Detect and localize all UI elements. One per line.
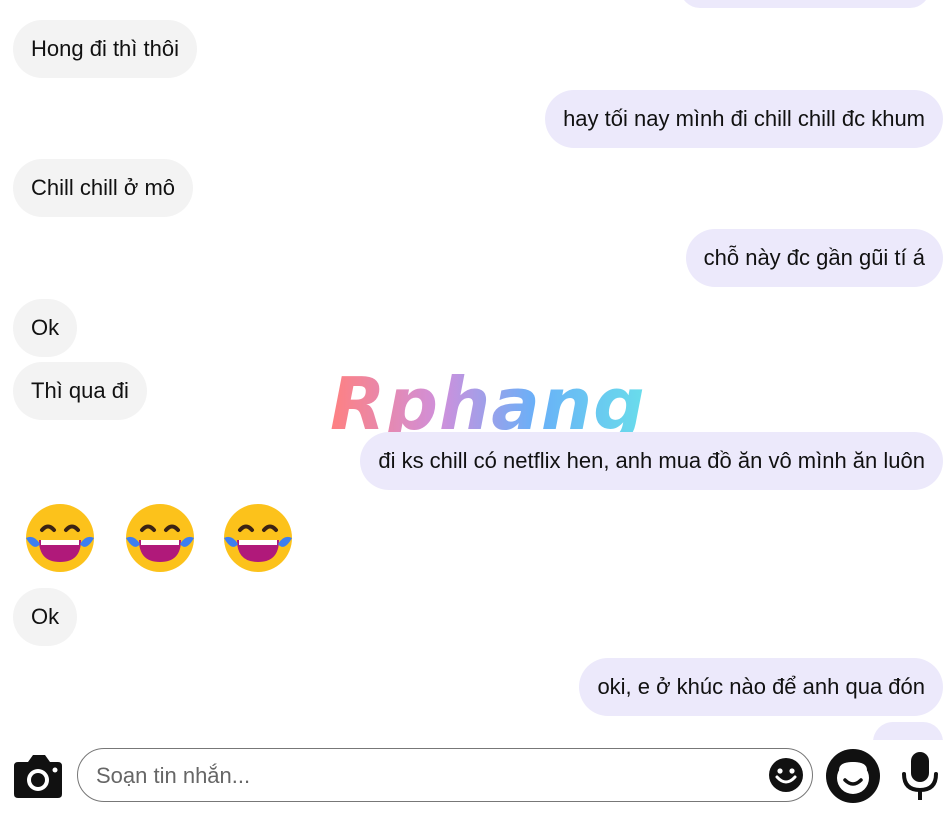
message-text: Hong đi thì thôi xyxy=(31,36,179,61)
message-bubble-incoming[interactable]: Hong đi thì thôi xyxy=(13,20,197,78)
message-text: chỗ này đc gần gũi tí á xyxy=(703,245,925,270)
message-input[interactable] xyxy=(94,749,758,802)
message-composer xyxy=(0,740,950,817)
message-bubble-outgoing[interactable]: chỗ này đc gần gũi tí á xyxy=(685,229,943,287)
message-bubble-incoming[interactable]: Chill chill ở mô xyxy=(13,159,194,217)
message-bubble-outgoing-partial xyxy=(680,0,930,8)
message-bubble-outgoing[interactable]: đi ks chill có netflix hen, anh mua đồ ă… xyxy=(360,432,943,490)
message-text: Chill chill ở mô xyxy=(31,175,176,200)
message-bubble-outgoing[interactable]: oki, e ở khúc nào để anh qua đón xyxy=(579,658,943,716)
laughing-tears-emoji-icon xyxy=(26,504,94,572)
chat-bot-icon[interactable] xyxy=(825,748,881,804)
chat-thread[interactable]: Hong đi thì thôi hay tối nay mình đi chi… xyxy=(0,0,950,740)
message-text: Thì qua đi xyxy=(31,378,129,403)
message-bubble-outgoing-partial xyxy=(873,722,943,740)
message-bubble-incoming[interactable]: Ok xyxy=(13,299,78,357)
message-text: hay tối nay mình đi chill chill đc khum xyxy=(563,106,925,131)
microphone-icon[interactable] xyxy=(900,748,940,804)
smiley-icon[interactable] xyxy=(768,757,804,793)
laughing-tears-emoji-icon xyxy=(126,504,194,572)
message-text: oki, e ở khúc nào để anh qua đón xyxy=(597,674,925,699)
laughing-tears-emoji-icon xyxy=(224,504,292,572)
message-bubble-outgoing[interactable]: hay tối nay mình đi chill chill đc khum xyxy=(545,90,943,148)
message-bubble-incoming[interactable]: Ok xyxy=(13,588,78,646)
message-text: Ok xyxy=(31,604,60,629)
message-bubble-incoming[interactable]: Thì qua đi xyxy=(13,362,147,420)
message-text: Ok xyxy=(31,315,60,340)
camera-icon[interactable] xyxy=(10,752,66,802)
message-input-container xyxy=(77,748,813,802)
message-text: đi ks chill có netflix hen, anh mua đồ ă… xyxy=(378,448,925,473)
